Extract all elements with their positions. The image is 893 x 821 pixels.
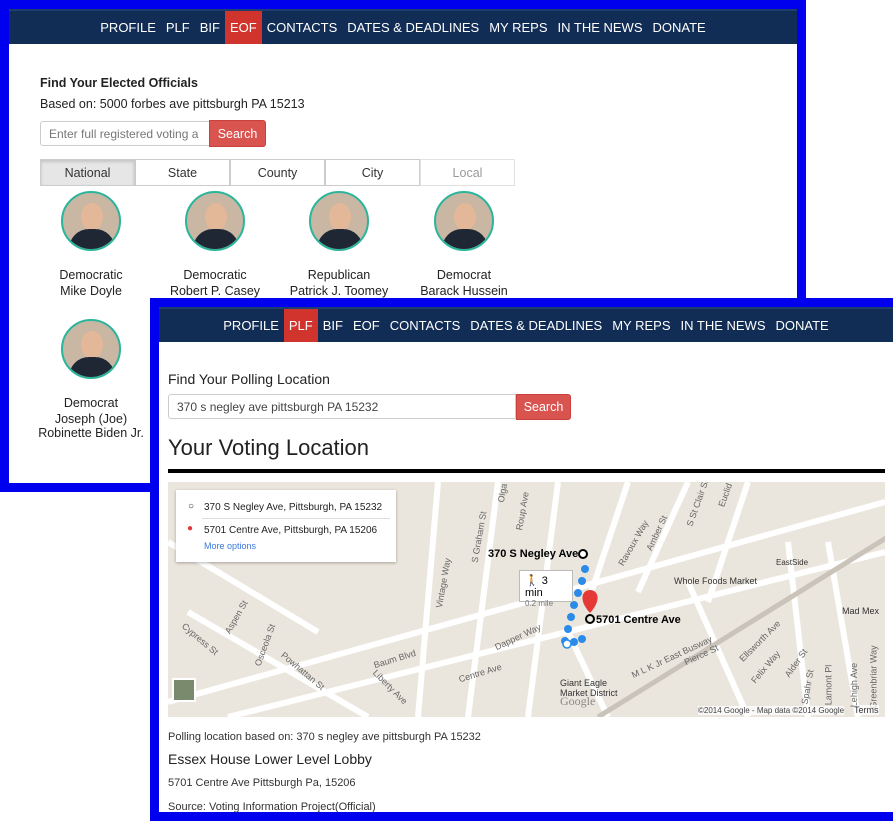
tab-local[interactable]: Local (420, 159, 515, 186)
nav-plf[interactable]: PLF (283, 309, 318, 342)
page-title: Find Your Elected Officials (40, 76, 198, 90)
based-on-text: Polling location based on: 370 s negley … (168, 731, 481, 743)
nav-dates-deadlines[interactable]: DATES & DEADLINES (342, 11, 484, 44)
official-party: Democratic (183, 268, 247, 282)
official-party: Democrat (436, 268, 492, 282)
official-party: Democrat (63, 396, 119, 410)
nav-contacts[interactable]: CONTACTS (385, 309, 466, 342)
origin-address: 370 S Negley Ave, Pittsburgh, PA 15232 (204, 502, 383, 513)
source-text: Source: Voting Information Project(Offic… (168, 801, 376, 813)
nav-profile[interactable]: PROFILE (218, 309, 284, 342)
official-name: Patrick J. Toomey (289, 284, 389, 298)
address-input[interactable]: 370 s negley ave pittsburgh PA 15232 (168, 394, 516, 419)
nav-eof[interactable]: EOF (348, 309, 385, 342)
polling-location-window: PROFILE PLF BIF EOF CONTACTS DATES & DEADLINE… (150, 298, 893, 821)
official-photo (61, 191, 121, 251)
nav-my-reps[interactable]: MY REPS (607, 309, 675, 342)
street-label: Lamont Pl (823, 664, 834, 706)
official-party: Democratic (59, 268, 123, 282)
official-name: Mike Doyle (60, 284, 122, 298)
nav-in-the-news[interactable]: IN THE NEWS (553, 11, 648, 44)
nav-plf[interactable]: PLF (161, 11, 195, 44)
official-card[interactable]: Democratic Robert P. Casey (155, 191, 275, 298)
nav-bif[interactable]: BIF (195, 11, 225, 44)
map[interactable]: Baum Blvd Centre Ave Liberty Ave Dapper Way… (168, 482, 885, 717)
tab-city[interactable]: City (325, 159, 420, 186)
nav-dates-deadlines[interactable]: DATES & DEADLINES (465, 309, 607, 342)
section-heading: Your Voting Location (168, 435, 370, 460)
place-label: Whole Foods Market (674, 576, 758, 586)
main-nav: PROFILE PLF BIF EOF CONTACTS DATES & DEADLINE… (9, 9, 797, 44)
search-button[interactable]: Search (516, 394, 571, 420)
tab-county[interactable]: County (230, 159, 325, 186)
official-photo (61, 319, 121, 379)
search-button[interactable]: Search (209, 120, 266, 147)
nav-in-the-news[interactable]: IN THE NEWS (676, 309, 771, 342)
terms-link[interactable]: Terms (854, 705, 879, 715)
origin-label: 370 S Negley Ave (488, 548, 579, 560)
nav-donate[interactable]: DONATE (771, 309, 834, 342)
main-nav: PROFILE PLF BIF EOF CONTACTS DATES & DEADLINE… (159, 307, 893, 342)
official-photo (309, 191, 369, 251)
tab-state[interactable]: State (135, 159, 230, 186)
nav-donate[interactable]: DONATE (648, 11, 711, 44)
google-logo: Google (560, 694, 596, 708)
official-card[interactable]: Republican Patrick J. Toomey (279, 191, 399, 298)
official-card[interactable]: Democrat Barack Hussein (404, 191, 524, 298)
place-label: Mad Mex (842, 606, 880, 616)
nav-profile[interactable]: PROFILE (95, 11, 161, 44)
location-name: Essex House Lower Level Lobby (168, 751, 372, 767)
divider (168, 469, 885, 473)
satellite-toggle[interactable] (172, 678, 196, 702)
based-on-text: Based on: 5000 forbes ave pittsburgh PA … (40, 97, 305, 111)
official-photo (434, 191, 494, 251)
official-party: Republican (307, 268, 371, 282)
map-copyright: ©2014 Google - Map data ©2014 Google (698, 706, 845, 715)
page-title: Find Your Polling Location (168, 371, 330, 387)
official-name: Joseph (Joe) Robinette Biden Jr. (38, 412, 144, 440)
official-name: Barack Hussein (420, 284, 508, 298)
place-label: EastSide (776, 558, 809, 567)
directions-panel: ○ 370 S Negley Ave, Pittsburgh, PA 15232… (176, 490, 396, 562)
walk-icon: 🚶 (525, 575, 539, 587)
destination-label: 5701 Centre Ave (596, 614, 681, 626)
nav-my-reps[interactable]: MY REPS (484, 11, 552, 44)
location-address: 5701 Centre Ave Pittsburgh Pa, 15206 (168, 777, 356, 789)
walk-time-box: 🚶 3 min 0.2 mile (519, 570, 573, 608)
official-photo (185, 191, 245, 251)
street-label: Lehigh Ave (849, 662, 860, 708)
level-tabs: National State County City Local (40, 159, 515, 186)
street-label: Greenbriar Way (868, 645, 879, 709)
destination-marker-icon: ● (187, 523, 194, 534)
origin-icon: ○ (188, 501, 195, 512)
official-card[interactable]: Democrat Joseph (Joe) Robinette Biden Jr. (31, 319, 151, 440)
official-card[interactable]: Democratic Mike Doyle (31, 191, 151, 298)
nav-contacts[interactable]: CONTACTS (262, 11, 343, 44)
nav-eof[interactable]: EOF (224, 11, 262, 44)
destination-address: 5701 Centre Ave, Pittsburgh, PA 15206 (204, 525, 378, 536)
address-input[interactable]: Enter full registered voting a (40, 121, 210, 146)
official-name: Robert P. Casey (169, 284, 261, 298)
nav-bif[interactable]: BIF (318, 309, 348, 342)
more-options-link[interactable]: More options (204, 541, 256, 551)
tab-national[interactable]: National (40, 159, 135, 186)
